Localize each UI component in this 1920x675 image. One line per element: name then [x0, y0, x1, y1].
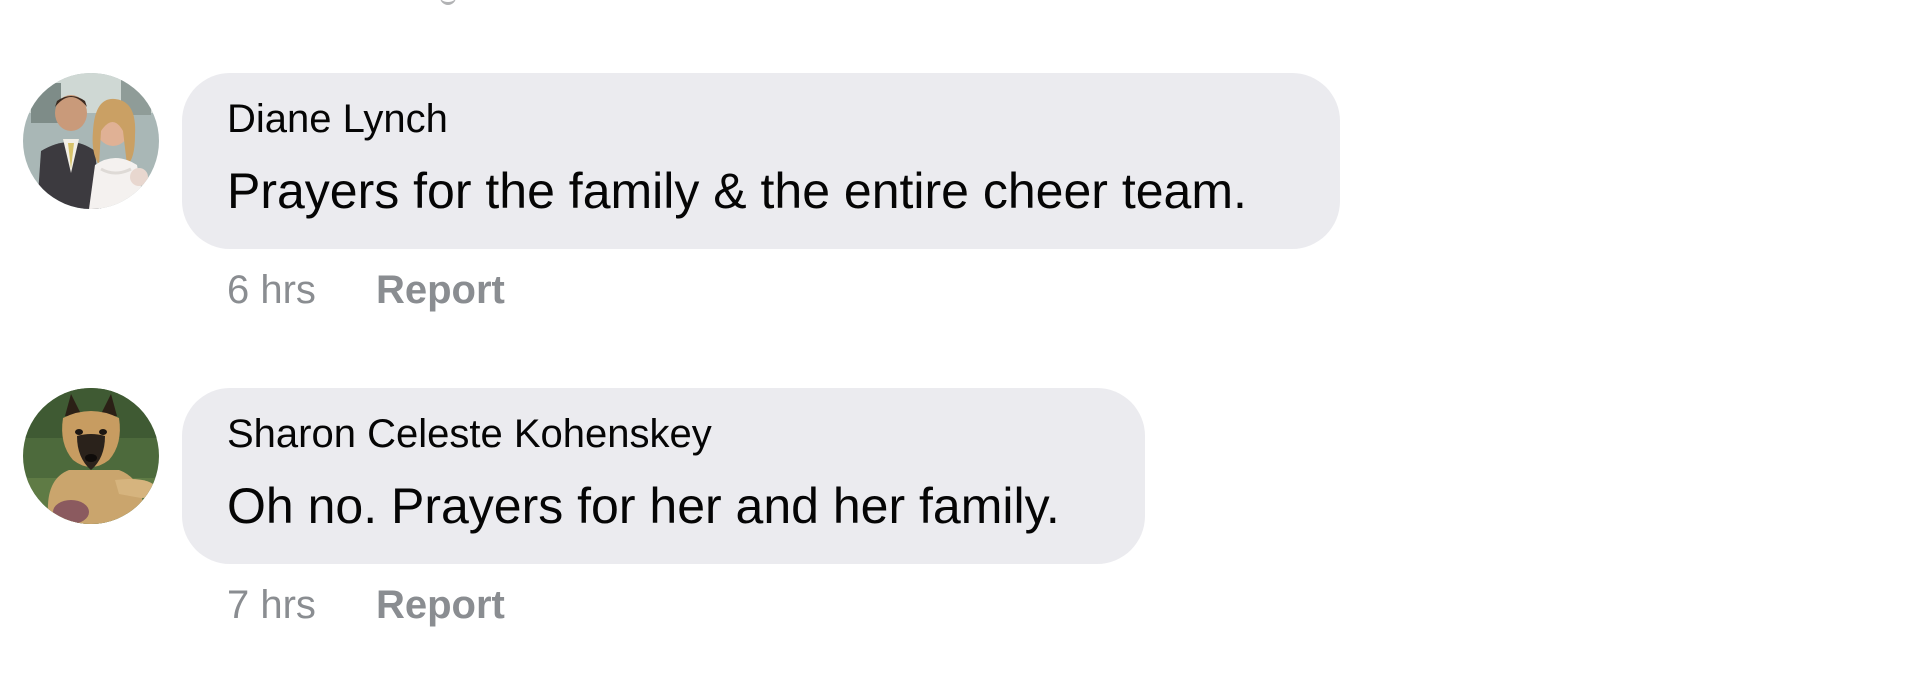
- comment-author[interactable]: Diane Lynch: [227, 95, 1295, 143]
- couple-photo-avatar: [23, 73, 159, 209]
- comment-timestamp[interactable]: 7 hrs: [227, 583, 316, 628]
- comment-text: Oh no. Prayers for her and her family.: [227, 478, 1060, 534]
- report-button[interactable]: Report: [376, 268, 505, 313]
- comment-meta: 6 hrs Report: [227, 264, 505, 316]
- avatar[interactable]: [23, 388, 159, 524]
- comment-author[interactable]: Sharon Celeste Kohenskey: [227, 410, 1100, 458]
- comment-timestamp[interactable]: 6 hrs: [227, 268, 316, 313]
- dog-photo-avatar: [23, 388, 159, 524]
- report-button[interactable]: Report: [376, 583, 505, 628]
- comment-meta: 7 hrs Report: [227, 579, 505, 631]
- comment-bubble: Sharon Celeste Kohenskey Oh no. Prayers …: [182, 388, 1145, 564]
- comment-list: Diane Lynch Prayers for the family & the…: [0, 0, 1920, 675]
- avatar[interactable]: [23, 73, 159, 209]
- comment-bubble: Diane Lynch Prayers for the family & the…: [182, 73, 1340, 249]
- comment-text: Prayers for the family & the entire chee…: [227, 163, 1247, 219]
